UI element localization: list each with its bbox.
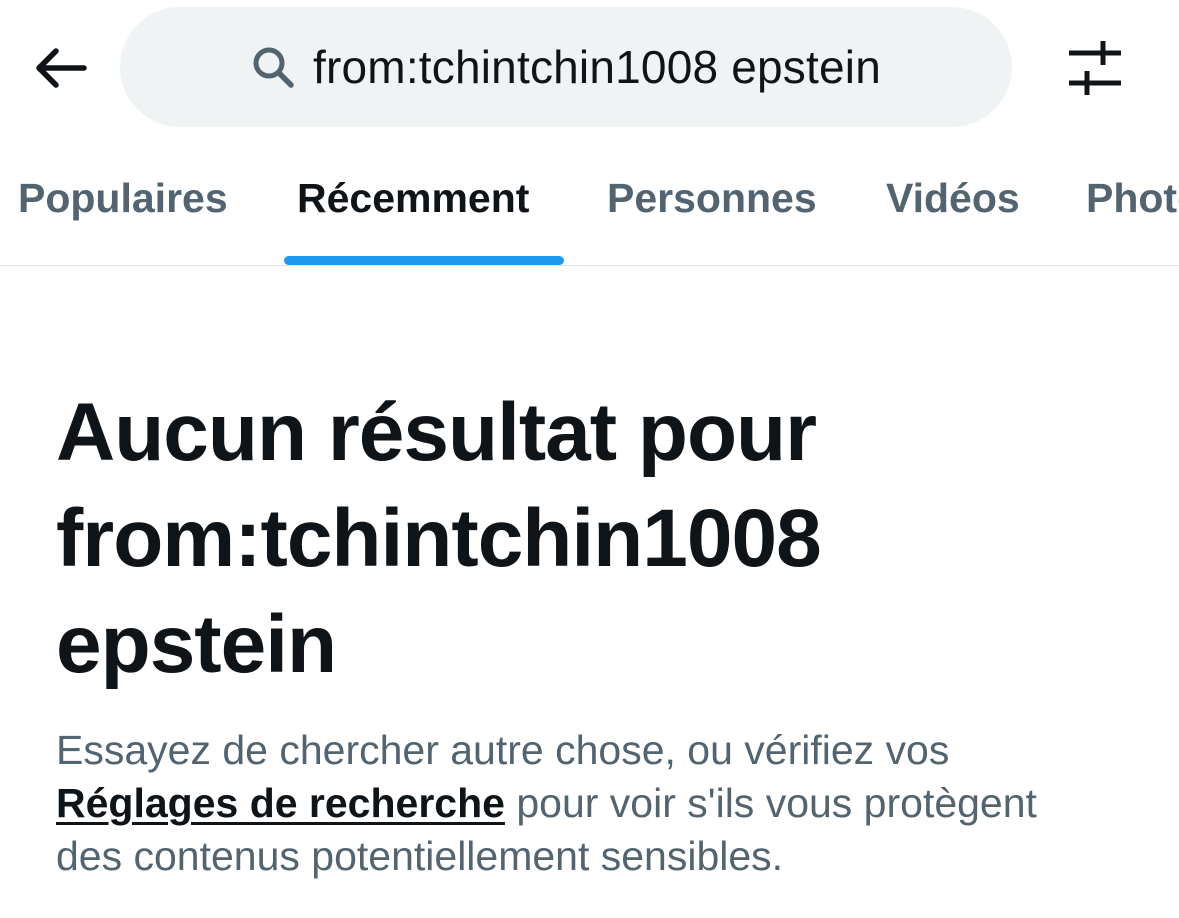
tab-videos[interactable]: Vidéos (886, 130, 1020, 265)
empty-state-title-line: epstein (56, 599, 337, 690)
description-line: Essayez de chercher autre chose, ou véri… (56, 727, 950, 773)
search-input[interactable]: from:tchintchin1008 epstein (120, 7, 1012, 127)
search-query: from:tchintchin1008 epstein (313, 41, 881, 93)
description-line: des contenus potentiellement sensibles. (56, 833, 784, 879)
empty-state-title-line: Aucun résultat pour (56, 387, 817, 478)
description-line: Réglages de recherche pour voir s'ils vo… (56, 777, 1156, 830)
sliders-icon (1069, 41, 1121, 95)
search-tabs: Populaires Récemment Personnes Vidéos Ph… (0, 130, 1179, 266)
empty-state-title: Aucun résultat pour from:tchintchin1008 … (56, 380, 956, 698)
empty-state-title-line: from:tchintchin1008 (56, 493, 822, 584)
active-tab-indicator (284, 256, 564, 265)
back-button[interactable] (22, 36, 98, 100)
tab-personnes[interactable]: Personnes (607, 130, 817, 265)
top-bar: from:tchintchin1008 epstein (0, 0, 1179, 130)
search-icon (253, 47, 294, 88)
tab-photos[interactable]: Photos (1086, 130, 1179, 265)
search-input-content: from:tchintchin1008 epstein (251, 40, 881, 94)
search-settings-link[interactable]: Réglages de recherche (56, 780, 505, 826)
arrow-left-icon (36, 48, 87, 88)
description-text: pour voir s'ils vous protègent (504, 780, 1037, 826)
tab-populaires[interactable]: Populaires (18, 130, 228, 265)
tab-recemment[interactable]: Récemment (297, 130, 529, 265)
empty-state-description: Essayez de chercher autre chose, ou véri… (56, 724, 1156, 883)
empty-state: Aucun résultat pour from:tchintchin1008 … (56, 380, 1156, 883)
search-filter-button[interactable] (1058, 36, 1132, 100)
